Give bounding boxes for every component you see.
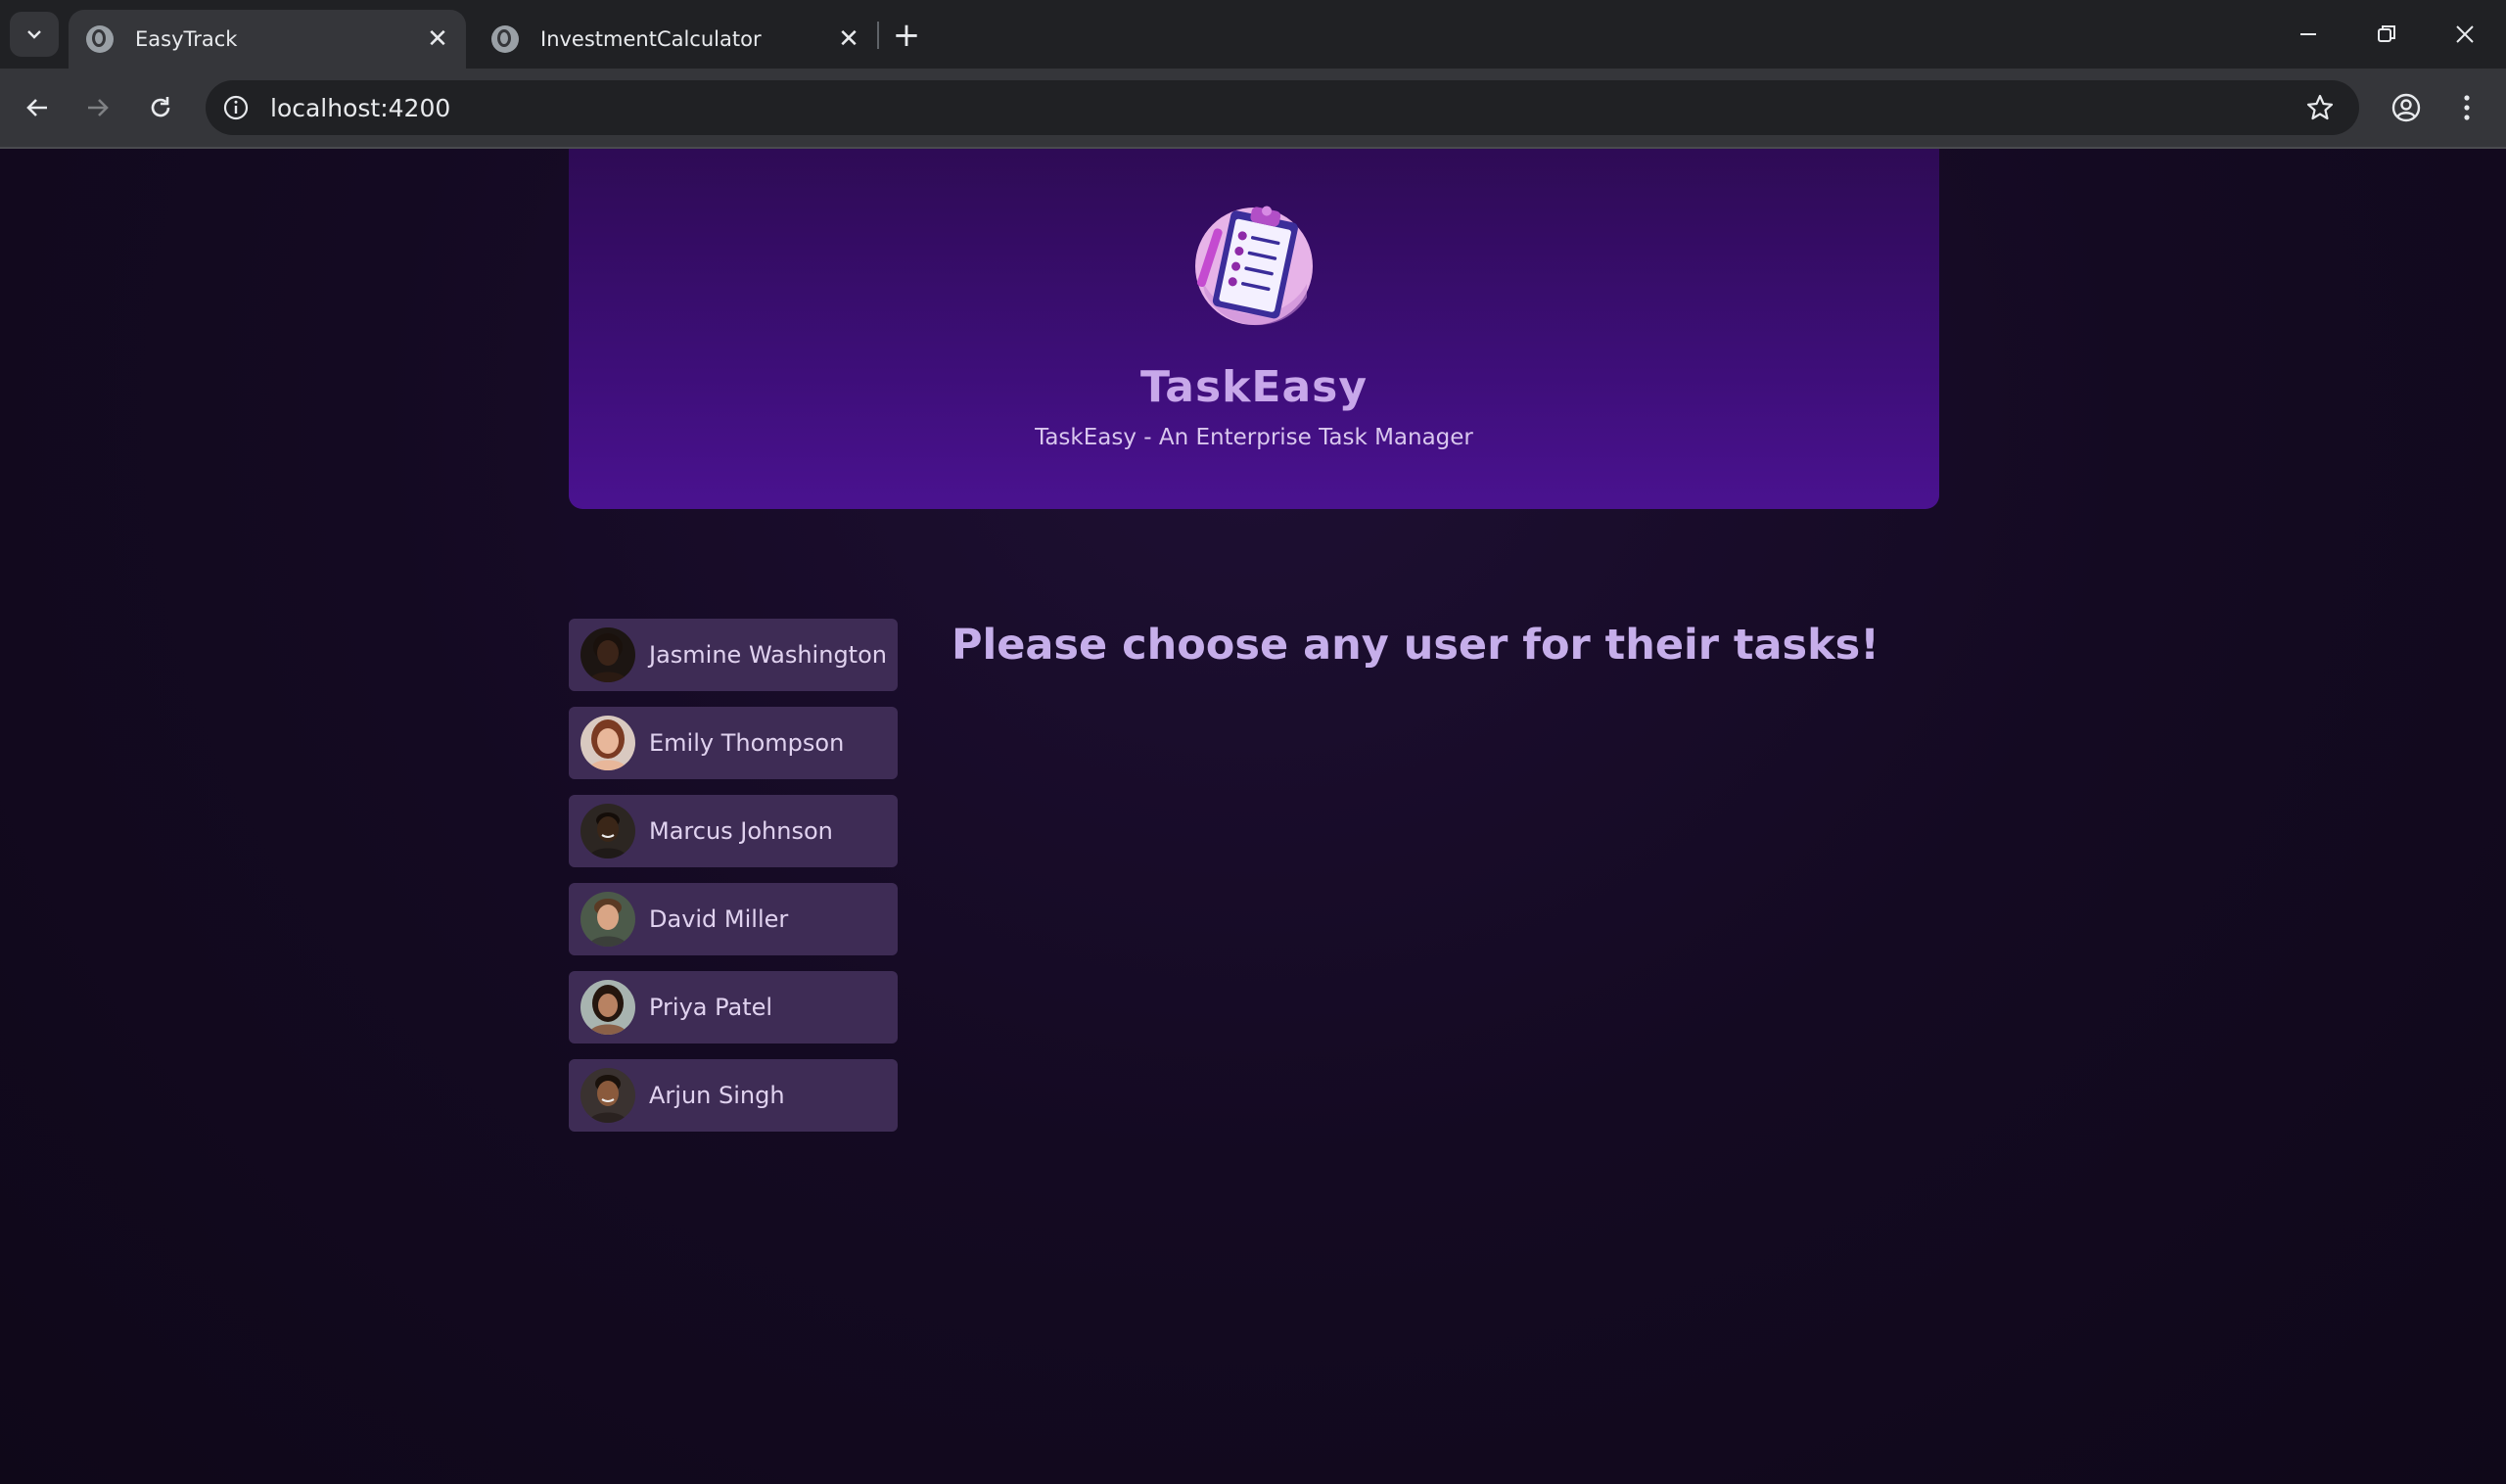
user-list-item: David Miller [569, 883, 898, 955]
user-button-arjun-singh[interactable]: Arjun Singh [569, 1059, 898, 1132]
tab-title: EasyTrack [135, 27, 238, 51]
bookmark-star-icon[interactable] [2302, 90, 2338, 125]
avatar [580, 1068, 635, 1123]
user-name: Marcus Johnson [649, 817, 833, 845]
user-button-jasmine-washington[interactable]: Jasmine Washington [569, 619, 898, 691]
clipboard-checklist-icon [1195, 206, 1313, 326]
tab-investmentcalculator[interactable]: InvestmentCalculator ✕ [474, 10, 877, 69]
tab-divider [877, 22, 879, 49]
app-header: TaskEasy TaskEasy - An Enterprise Task M… [569, 149, 1939, 509]
address-bar[interactable]: localhost:4200 [206, 80, 2359, 135]
close-icon [2456, 25, 2474, 43]
user-button-david-miller[interactable]: David Miller [569, 883, 898, 955]
user-list-item: Emily Thompson [569, 707, 898, 779]
user-name: Priya Patel [649, 994, 773, 1021]
browser-toolbar: localhost:4200 [0, 69, 2506, 149]
arrow-left-icon [26, 99, 47, 116]
account-circle-icon [2391, 93, 2421, 122]
user-name: David Miller [649, 905, 789, 933]
user-list-item: Marcus Johnson [569, 795, 898, 867]
minimize-icon [2300, 33, 2316, 35]
restore-icon [2378, 25, 2395, 42]
tab-easytrack[interactable]: EasyTrack ✕ [69, 10, 466, 69]
user-button-priya-patel[interactable]: Priya Patel [569, 971, 898, 1043]
chevron-down-icon [27, 30, 41, 39]
app-title: TaskEasy [1139, 362, 1369, 412]
restore-button[interactable] [2357, 10, 2416, 59]
fallback-message: Please choose any user for their tasks! [951, 621, 1880, 670]
new-tab-button[interactable]: + [887, 16, 926, 55]
more-vert-icon [2464, 95, 2470, 120]
avatar [580, 804, 635, 858]
browser-tabstrip: EasyTrack ✕ InvestmentCalculator ✕ + [0, 0, 2506, 69]
user-list-item: Priya Patel [569, 971, 898, 1043]
user-button-marcus-johnson[interactable]: Marcus Johnson [569, 795, 898, 867]
avatar [580, 716, 635, 770]
reload-button[interactable] [139, 86, 182, 129]
back-button[interactable] [16, 86, 59, 129]
site-info-icon[interactable] [221, 93, 251, 122]
globe-icon [86, 25, 114, 53]
user-list-item: Jasmine Washington [569, 619, 898, 691]
forward-button[interactable] [76, 86, 119, 129]
profile-button[interactable] [2385, 86, 2428, 129]
close-icon[interactable]: ✕ [421, 23, 454, 56]
avatar [580, 980, 635, 1035]
avatar [580, 892, 635, 947]
close-icon[interactable]: ✕ [832, 23, 865, 56]
user-name: Jasmine Washington [649, 641, 887, 669]
avatar [580, 627, 635, 682]
user-button-emily-thompson[interactable]: Emily Thompson [569, 707, 898, 779]
page-viewport: TaskEasy TaskEasy - An Enterprise Task M… [0, 149, 2506, 1484]
app-subtitle: TaskEasy - An Enterprise Task Manager [1035, 425, 1473, 450]
reload-icon [151, 97, 170, 117]
url-text: localhost:4200 [270, 93, 451, 122]
user-name: Emily Thompson [649, 729, 845, 757]
tab-title: InvestmentCalculator [540, 27, 762, 51]
menu-button[interactable] [2445, 86, 2488, 129]
user-name: Arjun Singh [649, 1082, 785, 1109]
user-list-item: Arjun Singh [569, 1059, 898, 1132]
arrow-right-icon [88, 99, 109, 116]
user-list: Jasmine Washington Emily Thompson Marcus… [569, 619, 898, 1147]
minimize-button[interactable] [2279, 10, 2338, 59]
tab-search-button[interactable] [10, 12, 59, 57]
globe-icon [491, 25, 519, 53]
close-window-button[interactable] [2436, 10, 2494, 59]
